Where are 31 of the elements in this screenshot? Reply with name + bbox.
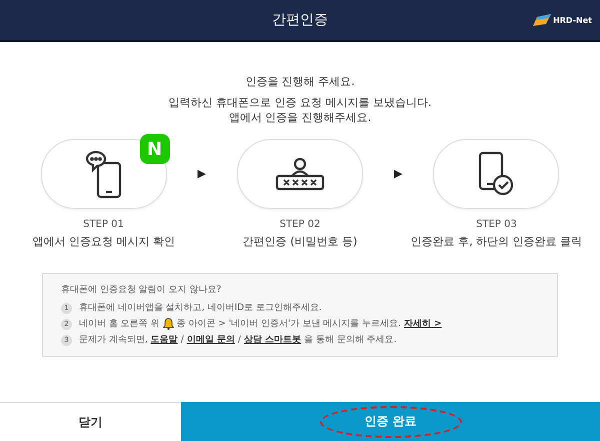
- intro-text: 입력하신 휴대폰으로 인증 요청 메시지를 보냈습니다.: [168, 95, 432, 110]
- window-title: 간편인증: [272, 11, 328, 29]
- help-link[interactable]: 이메일 문의: [186, 332, 235, 348]
- phone-check-icon: [478, 151, 514, 197]
- app-badge: N: [140, 134, 170, 164]
- help-title: 휴대폰에 인증요청 알림이 오지 않나요?: [61, 284, 222, 297]
- user-password-icon: [274, 157, 326, 191]
- arrow-icon: ▶: [394, 167, 402, 180]
- logo-text: HRD-Net: [553, 16, 592, 24]
- help-text: /: [180, 334, 184, 347]
- help-text: 휴대폰에 네이버앱을 설치하고, 네이버ID로 로그인해주세요.: [79, 302, 322, 315]
- help-text: 문제가 계속되면,: [79, 334, 148, 347]
- step-label: 앱에서 인증요청 메시지 확인: [32, 234, 175, 249]
- step-number: STEP 02: [280, 219, 320, 230]
- step-label: 인증완료 후, 하단의 인증완료 클릭: [410, 234, 582, 249]
- phone-chat-icon: [84, 149, 124, 199]
- help-link[interactable]: 자세히 >: [404, 316, 442, 332]
- logo-icon: [533, 14, 552, 26]
- intro-text: 앱에서 인증을 진행해주세요.: [228, 110, 372, 125]
- help-text: 네이버 홈 오른쪽 위: [79, 318, 160, 331]
- intro-heading: 인증을 진행해 주세요.: [244, 74, 356, 89]
- help-link[interactable]: 상담 스마트봇: [244, 332, 302, 348]
- step-number: STEP 03: [476, 219, 517, 230]
- bell-icon: [162, 318, 174, 330]
- help-text: 을 통해 문의해 주세요.: [304, 334, 397, 347]
- arrow-icon: ▶: [198, 167, 206, 180]
- help-text: /: [238, 334, 241, 347]
- help-link[interactable]: 도움말: [150, 332, 178, 348]
- help-text: 종 아이콘 > '네이버 인증서'가 보낸 메시지를 누르세요.: [176, 318, 401, 331]
- step-number: STEP 01: [83, 219, 124, 230]
- step-label: 간편인증 (비밀번호 등): [242, 234, 358, 249]
